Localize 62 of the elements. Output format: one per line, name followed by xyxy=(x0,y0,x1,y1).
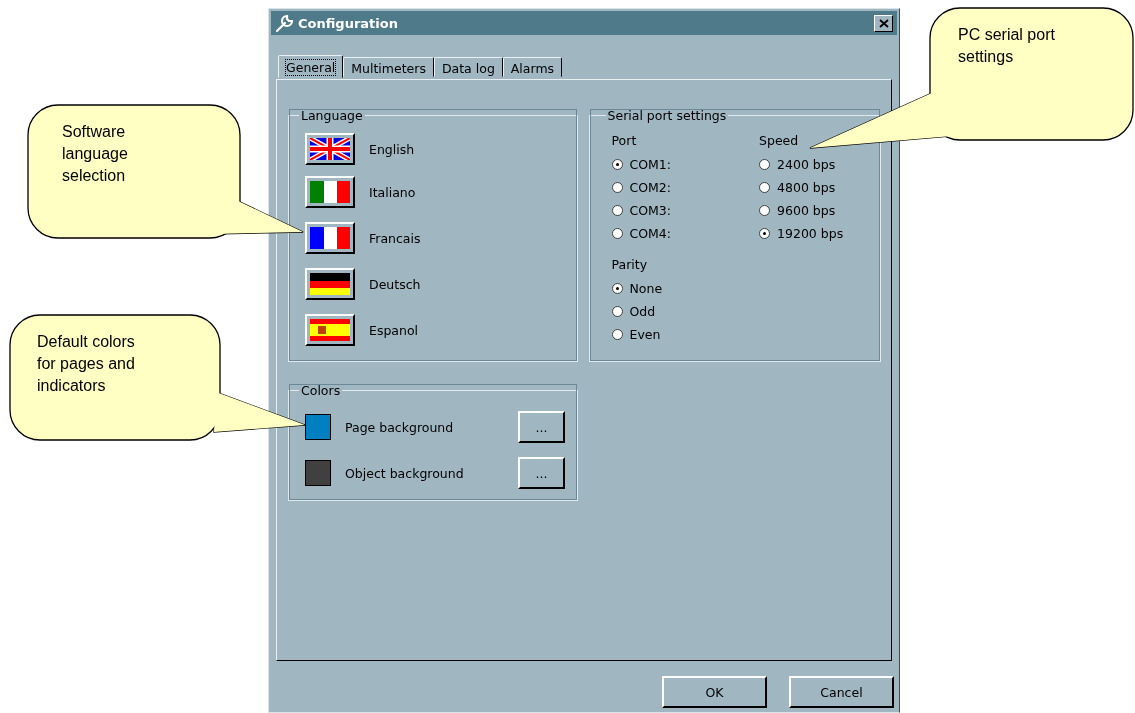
tab[interactable]: Alarms xyxy=(502,57,563,77)
flag-button[interactable] xyxy=(305,133,355,165)
flag-icon xyxy=(310,138,350,160)
radio-option[interactable]: 19200 bps xyxy=(759,222,844,245)
flag-button[interactable] xyxy=(305,268,355,300)
flag-button[interactable] xyxy=(305,222,355,254)
radio-button[interactable] xyxy=(759,159,771,170)
language-label: Espanol xyxy=(369,322,419,338)
tab[interactable]: Data log xyxy=(433,57,503,77)
language-label: Italiano xyxy=(369,184,416,200)
callout-text: Software language selection xyxy=(62,122,129,186)
group-title: Language xyxy=(300,108,364,123)
radio-option[interactable]: Odd xyxy=(611,300,868,323)
window-title: Configuration xyxy=(298,15,399,31)
radio-button[interactable] xyxy=(611,228,623,239)
group-label: Parity xyxy=(611,257,649,274)
radio-button[interactable] xyxy=(611,182,623,193)
dialog-button[interactable]: OK xyxy=(662,676,767,708)
close-button[interactable] xyxy=(874,14,893,32)
radio-option[interactable]: COM2: xyxy=(611,176,672,199)
radio-button[interactable] xyxy=(611,205,623,216)
flag-icon xyxy=(310,227,350,249)
flag-icon xyxy=(310,181,350,203)
flag-button[interactable] xyxy=(305,176,355,208)
radio-button[interactable] xyxy=(611,306,623,317)
callout-text: PC serial port settings xyxy=(958,25,1056,67)
radio-option[interactable]: 2400 bps xyxy=(759,153,844,176)
color-swatch[interactable] xyxy=(305,414,331,440)
flag-icon xyxy=(310,273,350,295)
dialog-button[interactable]: Cancel xyxy=(789,676,894,708)
radio-button[interactable] xyxy=(759,228,771,239)
language-label: Deutsch xyxy=(369,276,421,292)
radio-option[interactable]: Even xyxy=(611,323,868,346)
browse-button[interactable]: ... xyxy=(518,457,565,489)
radio-option[interactable]: COM1: xyxy=(611,153,672,176)
tab[interactable]: General xyxy=(278,55,344,78)
color-swatch[interactable] xyxy=(305,460,331,486)
color-label: Page background xyxy=(345,419,455,435)
radio-option[interactable]: 4800 bps xyxy=(759,176,844,199)
radio-button[interactable] xyxy=(759,182,771,193)
flag-button[interactable] xyxy=(305,314,355,346)
close-icon xyxy=(878,18,889,28)
radio-option[interactable]: COM3: xyxy=(611,199,672,222)
flag-icon xyxy=(310,319,350,341)
radio-button[interactable] xyxy=(611,159,623,170)
group-title: Serial port settings xyxy=(606,108,728,123)
radio-button[interactable] xyxy=(759,205,771,216)
radio-option[interactable]: 9600 bps xyxy=(759,199,844,222)
group-title: Colors xyxy=(300,383,342,398)
browse-button[interactable]: ... xyxy=(518,411,565,443)
tab[interactable]: Multimeters xyxy=(343,57,434,77)
radio-option[interactable]: COM4: xyxy=(611,222,672,245)
language-label: Francais xyxy=(369,230,421,246)
callout-text: Default colors for pages and indicators xyxy=(37,332,136,396)
radio-button[interactable] xyxy=(611,283,623,294)
radio-button[interactable] xyxy=(611,329,623,340)
group-label: Port xyxy=(611,133,638,150)
language-label: English xyxy=(369,141,415,157)
group-label: Speed xyxy=(759,133,800,150)
color-label: Object background xyxy=(345,465,465,481)
wrench-icon xyxy=(275,13,295,33)
radio-option[interactable]: None xyxy=(611,277,868,300)
